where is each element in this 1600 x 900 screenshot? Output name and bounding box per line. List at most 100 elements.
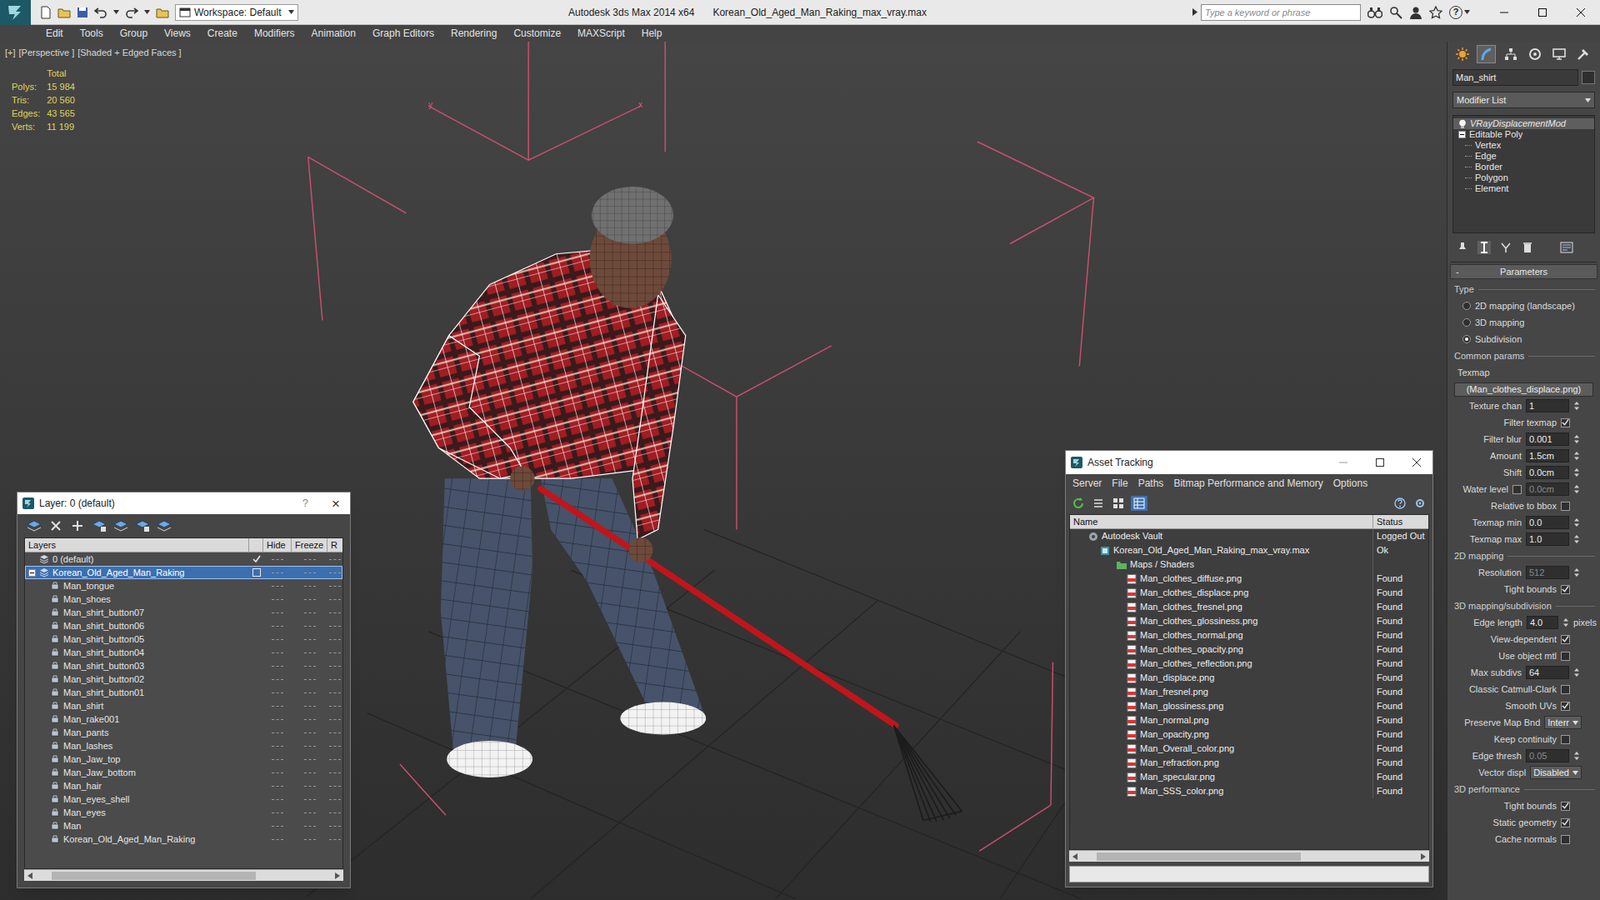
checkbox[interactable] bbox=[1560, 801, 1570, 811]
menu-item[interactable]: Bitmap Performance and Memory bbox=[1168, 475, 1328, 491]
toggle-mark[interactable] bbox=[329, 679, 341, 680]
menu-item[interactable]: Paths bbox=[1133, 475, 1170, 491]
pin-stack-icon[interactable] bbox=[1455, 240, 1470, 255]
toggle-mark[interactable] bbox=[271, 665, 284, 667]
utilities-tab-icon[interactable] bbox=[1573, 45, 1593, 64]
toggle-mark[interactable] bbox=[304, 665, 316, 667]
checkbox[interactable] bbox=[1560, 685, 1570, 695]
current-layer-cell[interactable] bbox=[249, 632, 264, 646]
toggle-mark[interactable] bbox=[304, 679, 316, 680]
add-to-layer-icon[interactable] bbox=[69, 518, 86, 534]
menu-item[interactable]: Customize bbox=[505, 25, 570, 41]
close-button[interactable]: × bbox=[326, 496, 345, 511]
layer-row[interactable]: Man_lashes bbox=[25, 739, 343, 753]
modifier-stack-item[interactable]: Element bbox=[1453, 183, 1595, 195]
menu-item[interactable]: Edit bbox=[37, 25, 72, 41]
current-layer-cell[interactable] bbox=[249, 819, 264, 833]
highlight-layer-icon[interactable] bbox=[112, 518, 130, 534]
scroll-right-icon[interactable] bbox=[334, 872, 341, 880]
radio-option[interactable]: Subdivision bbox=[1447, 330, 1600, 348]
toggle-mark[interactable] bbox=[271, 839, 284, 840]
toggle-mark[interactable] bbox=[304, 825, 316, 827]
toggle-mark[interactable] bbox=[271, 572, 284, 574]
modifier-list-dropdown[interactable]: Modifier List bbox=[1452, 91, 1595, 109]
toggle-mark[interactable] bbox=[304, 839, 316, 840]
column-header[interactable]: Layers bbox=[25, 538, 250, 552]
layer-row[interactable]: Man_shirt_button01 bbox=[25, 685, 343, 700]
asset-tracking-window[interactable]: Asset TrackingServerFilePathsBitmap Perf… bbox=[1065, 450, 1434, 888]
spinner-field[interactable]: 4.0 bbox=[1526, 615, 1559, 630]
toggle-mark[interactable] bbox=[329, 839, 341, 840]
toggle-mark[interactable] bbox=[329, 572, 341, 574]
layer-row[interactable]: Man_shirt_button05 bbox=[25, 632, 343, 646]
create-tab-icon[interactable] bbox=[1452, 45, 1472, 64]
save-file-icon[interactable] bbox=[75, 5, 90, 20]
spinner-field[interactable]: 0.0cm bbox=[1525, 482, 1570, 496]
current-layer-cell[interactable] bbox=[249, 779, 264, 793]
toggle-mark[interactable] bbox=[271, 559, 284, 560]
toggle-mark[interactable] bbox=[271, 705, 284, 707]
toggle-mark[interactable] bbox=[329, 692, 341, 694]
spinner-arrows-icon[interactable] bbox=[1573, 466, 1580, 479]
checkbox-row[interactable]: Tight bounds bbox=[1447, 797, 1600, 815]
search-field[interactable] bbox=[1200, 4, 1361, 21]
layer-row[interactable]: 0 (default) bbox=[25, 552, 343, 566]
spinner-field[interactable]: 1 bbox=[1525, 399, 1570, 413]
asset-row[interactable]: Man_clothes_displace.pngFound bbox=[1070, 585, 1429, 600]
toggle-mark[interactable] bbox=[271, 799, 284, 800]
toggle-mark[interactable] bbox=[329, 612, 341, 614]
checkbox[interactable] bbox=[1560, 735, 1570, 745]
freeze-all-icon[interactable] bbox=[155, 518, 173, 534]
checkbox[interactable] bbox=[1560, 501, 1570, 511]
toggle-mark[interactable] bbox=[329, 759, 341, 760]
toggle-mark[interactable] bbox=[271, 785, 284, 787]
layer-row[interactable]: Man_pants bbox=[25, 725, 343, 740]
spinner-field[interactable]: 64 bbox=[1525, 665, 1570, 680]
toggle-mark[interactable] bbox=[304, 772, 316, 774]
menu-item[interactable]: Create bbox=[199, 25, 246, 41]
collapse-icon[interactable] bbox=[1458, 130, 1466, 139]
delete-layer-icon[interactable] bbox=[47, 518, 65, 534]
toggle-mark[interactable] bbox=[304, 585, 316, 587]
layer-row[interactable]: Man_shirt_button06 bbox=[25, 619, 343, 633]
maximize-icon[interactable] bbox=[1523, 0, 1562, 25]
perspective-viewport[interactable]: [+][Perspective ][Shaded + Edged Faces ]… bbox=[0, 41, 1447, 900]
spinner-field[interactable]: 0.05 bbox=[1525, 749, 1570, 763]
checkbox-row[interactable]: Static geometry bbox=[1447, 814, 1600, 831]
layer-row[interactable]: Man_shirt bbox=[25, 699, 343, 713]
toggle-mark[interactable] bbox=[271, 612, 284, 614]
spinner-field[interactable]: 1.5cm bbox=[1525, 449, 1570, 463]
viewport-label-menu[interactable]: [+] bbox=[5, 45, 16, 60]
current-layer-cell[interactable] bbox=[249, 739, 264, 753]
menu-item[interactable]: Server bbox=[1067, 475, 1107, 491]
asset-row[interactable]: Man_refraction.pngFound bbox=[1070, 755, 1429, 770]
asset-row[interactable]: Maps / Shaders bbox=[1070, 557, 1429, 572]
toggle-mark[interactable] bbox=[271, 599, 284, 600]
spinner-arrows-icon[interactable] bbox=[1573, 666, 1580, 679]
help-icon[interactable] bbox=[1392, 495, 1408, 511]
minimize-icon[interactable] bbox=[1485, 0, 1524, 25]
checkbox[interactable] bbox=[1560, 635, 1570, 645]
radio-button[interactable] bbox=[1462, 318, 1471, 327]
asset-row[interactable]: Man_displace.pngFound bbox=[1070, 670, 1429, 685]
spinner-arrows-icon[interactable] bbox=[1573, 566, 1580, 579]
checkbox-row[interactable]: Smooth UVs bbox=[1447, 697, 1600, 715]
spinner-field[interactable]: 0.0 bbox=[1525, 515, 1570, 530]
toggle-mark[interactable] bbox=[271, 745, 284, 747]
toggle-mark[interactable] bbox=[304, 572, 316, 574]
sign-in-icon[interactable] bbox=[1409, 5, 1423, 20]
checkbox[interactable] bbox=[1560, 818, 1570, 828]
layer-row[interactable]: Man_shirt_button02 bbox=[25, 672, 343, 686]
layer-row[interactable]: Man_Jaw_top bbox=[25, 752, 343, 766]
toggle-mark[interactable] bbox=[271, 825, 284, 827]
spinner-field[interactable]: 0.0cm bbox=[1525, 465, 1570, 480]
toggle-mark[interactable] bbox=[329, 732, 341, 734]
spinner-field[interactable]: 0.001 bbox=[1525, 432, 1570, 446]
modifier-stack-item[interactable]: Border bbox=[1453, 161, 1595, 173]
layer-row[interactable]: Man bbox=[25, 819, 343, 833]
toggle-mark[interactable] bbox=[329, 745, 341, 747]
asset-row[interactable]: Man_opacity.pngFound bbox=[1070, 727, 1429, 742]
toggle-mark[interactable] bbox=[271, 639, 284, 640]
asset-row[interactable]: Autodesk VaultLogged Out bbox=[1070, 529, 1429, 544]
list-view-icon[interactable] bbox=[1090, 495, 1106, 511]
